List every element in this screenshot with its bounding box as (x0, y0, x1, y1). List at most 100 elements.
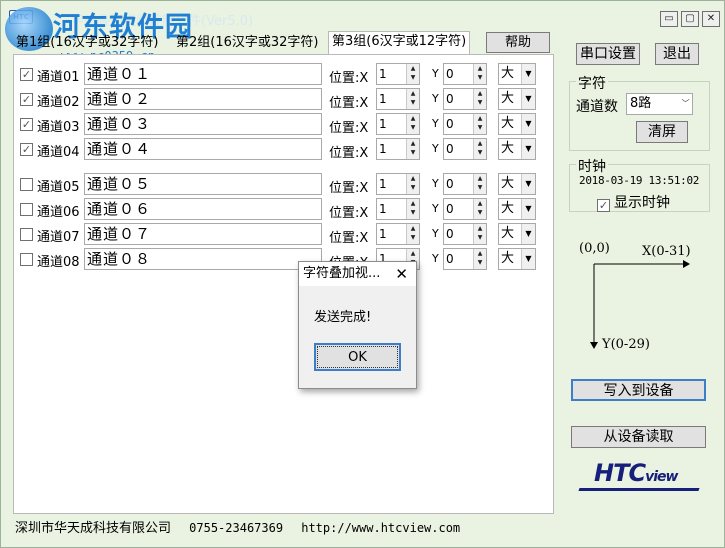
char-group-label: 字符 (576, 73, 608, 93)
help-button[interactable]: 帮助 (486, 32, 550, 53)
channel-checkbox[interactable]: ✓ (20, 143, 33, 156)
x-spinner[interactable]: 1 ▲▼ (376, 63, 420, 85)
chevron-down-icon: ▼ (521, 224, 535, 244)
channel-text-input[interactable]: 通道０６ (84, 198, 322, 220)
channel-checkbox[interactable]: ✓ (20, 93, 33, 106)
spin-arrows-icon[interactable]: ▲▼ (406, 89, 419, 109)
spin-arrows-icon[interactable]: ▲▼ (473, 199, 486, 219)
chevron-down-icon: ﹀ (681, 99, 690, 108)
channel-count-select[interactable]: 8路 ﹀ (626, 93, 693, 115)
position-y-label: Y (432, 252, 439, 265)
main-window: HTC 字符叠加视频控制软件(Ver5.0) 河东软件园 www.pc0359.… (0, 0, 725, 548)
channel-checkbox[interactable]: ✓ (20, 68, 33, 81)
show-clock-checkbox[interactable]: ✓ (597, 199, 610, 212)
spin-arrows-icon[interactable]: ▲▼ (406, 174, 419, 194)
size-select[interactable]: 大 ▼ (498, 173, 536, 195)
size-select[interactable]: 大 ▼ (498, 113, 536, 135)
size-value: 大 (501, 116, 515, 131)
x-spinner[interactable]: 1 ▲▼ (376, 173, 420, 195)
y-spinner[interactable]: 0 ▲ ▼ (443, 113, 487, 135)
channel-text-input[interactable]: 通道０８ (84, 248, 322, 270)
spin-arrows-icon[interactable]: ▲▼ (473, 114, 486, 134)
x-value: 1 (379, 202, 387, 216)
size-value: 大 (501, 141, 515, 156)
spin-arrows-icon[interactable]: ▲▼ (406, 224, 419, 244)
size-select[interactable]: 大 ▼ (498, 88, 536, 110)
channel-row: 通道05 通道０５ 位置:X 1 ▲ ▼ Y 0 ▲ ▼ 大 ▼ (14, 173, 553, 197)
position-y-label: Y (432, 92, 439, 105)
size-select[interactable]: 大 ▼ (498, 63, 536, 85)
size-select[interactable]: 大 ▼ (498, 138, 536, 160)
spin-arrows-icon[interactable]: ▲▼ (406, 139, 419, 159)
y-spinner[interactable]: 0 ▲ ▼ (443, 198, 487, 220)
chevron-down-icon: ▼ (521, 89, 535, 109)
position-y-label: Y (432, 202, 439, 215)
size-select[interactable]: 大 ▼ (498, 248, 536, 270)
x-spinner[interactable]: 1 ▲▼ (376, 223, 420, 245)
close-button[interactable]: ✕ (702, 11, 720, 27)
show-clock-toggle[interactable]: ✓ 显示时钟 (597, 192, 670, 212)
dialog-ok-button[interactable]: OK (314, 343, 401, 371)
y-spinner[interactable]: 0 ▲ ▼ (443, 63, 487, 85)
brand-logo: HTCview (594, 459, 678, 487)
position-x-label: 位置:X (329, 121, 369, 136)
read-from-device-button[interactable]: 从设备读取 (571, 426, 706, 448)
spin-arrows-icon[interactable]: ▲▼ (406, 114, 419, 134)
spin-arrows-icon[interactable]: ▲▼ (473, 224, 486, 244)
y-spinner[interactable]: 0 ▲ ▼ (443, 138, 487, 160)
channel-checkbox[interactable] (20, 228, 33, 241)
company-name: 深圳市华天成科技有限公司 (15, 521, 172, 536)
channel-label: 通道04 (37, 145, 80, 160)
y-spinner[interactable]: 0 ▲ ▼ (443, 88, 487, 110)
size-select[interactable]: 大 ▼ (498, 198, 536, 220)
brand-underline (578, 488, 700, 491)
channel-text-input[interactable]: 通道０７ (84, 223, 322, 245)
write-to-device-button[interactable]: 写入到设备 (571, 379, 706, 401)
spin-arrows-icon[interactable]: ▲▼ (406, 64, 419, 84)
y-spinner[interactable]: 0 ▲ ▼ (443, 173, 487, 195)
serial-settings-button[interactable]: 串口设置 (576, 43, 640, 65)
x-spinner[interactable]: 1 ▲▼ (376, 198, 420, 220)
channel-text-input[interactable]: 通道０２ (84, 88, 322, 110)
spin-arrows-icon[interactable]: ▲▼ (473, 139, 486, 159)
y-spinner[interactable]: 0 ▲ ▼ (443, 248, 487, 270)
y-spinner[interactable]: 0 ▲ ▼ (443, 223, 487, 245)
spin-arrows-icon[interactable]: ▲▼ (473, 64, 486, 84)
position-x-label: 位置:X (329, 71, 369, 86)
channel-text-input[interactable]: 通道０４ (84, 138, 322, 160)
clear-screen-button[interactable]: 清屏 (636, 121, 688, 143)
tab-group-2[interactable]: 第2组(16汉字或32字符) (173, 33, 322, 55)
channel-checkbox[interactable]: ✓ (20, 118, 33, 131)
minimize-button[interactable]: ▭ (660, 11, 678, 27)
x-value: 1 (379, 227, 387, 241)
channel-text-input[interactable]: 通道０５ (84, 173, 322, 195)
channel-checkbox[interactable] (20, 178, 33, 191)
channel-row: ✓ 通道04 通道０４ 位置:X 1 ▲ ▼ Y 0 ▲ ▼ 大 ▼ (14, 138, 553, 162)
y-value: 0 (446, 142, 454, 156)
channel-label: 通道02 (37, 95, 80, 110)
channel-checkbox[interactable] (20, 253, 33, 266)
spin-arrows-icon[interactable]: ▲▼ (473, 249, 486, 269)
x-spinner[interactable]: 1 ▲▼ (376, 138, 420, 160)
maximize-button[interactable]: ▢ (681, 11, 699, 27)
channel-checkbox[interactable] (20, 203, 33, 216)
spin-arrows-icon[interactable]: ▲▼ (473, 89, 486, 109)
y-value: 0 (446, 177, 454, 191)
channel-row: 通道08通道０８位置:X1▲▼Y0▲▼大▼ (14, 248, 553, 272)
spin-arrows-icon[interactable]: ▲▼ (473, 174, 486, 194)
axis-origin-label: (0,0) (579, 241, 610, 256)
clock-time: 2018-03-19 13:51:02 (579, 174, 700, 187)
channel-label: 通道08 (37, 255, 80, 270)
tab-group-1[interactable]: 第1组(16汉字或32字符) (13, 33, 162, 55)
spin-arrows-icon[interactable]: ▲▼ (406, 199, 419, 219)
x-spinner[interactable]: 1 ▲▼ (376, 113, 420, 135)
chevron-down-icon: ▼ (521, 139, 535, 159)
channel-row: ✓ 通道03 通道０３ 位置:X 1 ▲ ▼ Y 0 ▲ ▼ 大 ▼ (14, 113, 553, 137)
channel-text-input[interactable]: 通道０１ (84, 63, 322, 85)
channel-text-input[interactable]: 通道０３ (84, 113, 322, 135)
dialog-close-icon[interactable]: ✕ (395, 262, 408, 286)
size-select[interactable]: 大 ▼ (498, 223, 536, 245)
x-spinner[interactable]: 1 ▲▼ (376, 88, 420, 110)
tab-group-3[interactable]: 第3组(6汉字或12字符) (328, 31, 471, 55)
exit-button[interactable]: 退出 (655, 43, 699, 65)
